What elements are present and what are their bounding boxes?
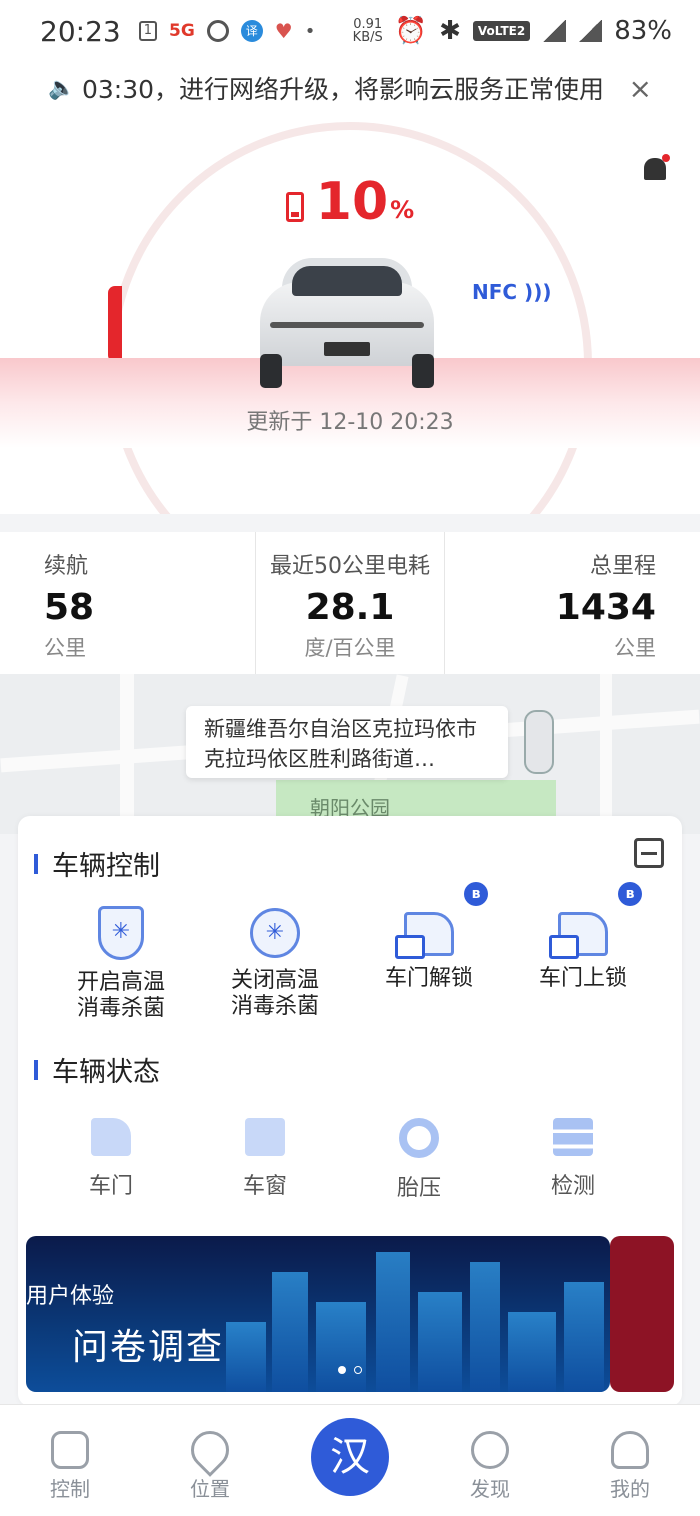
next-banner[interactable] <box>610 1236 674 1392</box>
tab-discover[interactable]: 发现 <box>420 1405 560 1516</box>
door-unlock-icon <box>395 912 454 959</box>
health-icon: ♥ <box>274 19 293 43</box>
scan-icon[interactable] <box>634 838 664 868</box>
control-sterilize-on[interactable]: 开启高温消毒杀菌 <box>44 906 198 1022</box>
status-door[interactable]: 车门 <box>34 1118 188 1202</box>
battery-icon <box>285 192 304 222</box>
status-window[interactable]: 车窗 <box>188 1118 342 1202</box>
battery-gauge-fill <box>108 286 122 362</box>
nfc-wave-icon: ))) <box>524 280 552 304</box>
location-map[interactable]: 朝阳公园 新疆维吾尔自治区克拉玛依市克拉玛依区胜利路街道… <box>0 674 700 834</box>
car-location-icon <box>524 710 554 774</box>
tab-control[interactable]: 控制 <box>0 1405 140 1516</box>
translate-icon: 译 <box>240 20 263 42</box>
door-icon <box>91 1118 131 1156</box>
bluetooth-badge-icon: ʙ <box>464 882 488 906</box>
network-5g-icon: 5G <box>168 21 195 41</box>
calendar-icon: 1 <box>138 21 157 41</box>
check-icon <box>553 1118 593 1156</box>
banner-line2: 问卷调查 <box>72 1327 225 1368</box>
banner-line1: 用户体验 <box>26 1284 115 1309</box>
status-check[interactable]: 检测 <box>496 1118 650 1202</box>
vehicle-control-title: 车辆控制 <box>34 844 160 883</box>
stat-consumption: 最近50公里电耗 28.1 度/百公里 <box>256 532 445 674</box>
clock: 20:23 <box>40 14 121 48</box>
address-bubble[interactable]: 新疆维吾尔自治区克拉玛依市克拉玛依区胜利路街道… <box>186 706 508 778</box>
car-image <box>252 258 442 390</box>
tab-location[interactable]: 位置 <box>140 1405 280 1516</box>
notice-bar[interactable]: 🔈 03:30，进行网络升级，将影响云服务正常使用 × <box>0 62 700 114</box>
stat-odometer: 总里程 1434 公里 <box>555 554 656 660</box>
status-grid: 车门 车窗 胎压 检测 <box>34 1118 698 1202</box>
control-door-unlock[interactable]: ʙ 车门解锁 <box>352 882 506 1022</box>
door-lock-icon <box>549 912 608 959</box>
control-door-lock[interactable]: ʙ 车门上锁 <box>506 882 660 1022</box>
status-tire[interactable]: 胎压 <box>342 1118 496 1202</box>
battery-value: 10 <box>315 172 389 232</box>
stat-range: 续航 58 公里 <box>0 532 257 674</box>
location-pin-icon <box>183 1423 237 1477</box>
status-bar: 20:23 1 5G 译 ♥ • 0.91 KB/S ⏰ ✱ VoLTE2 83… <box>0 0 700 62</box>
tab-mine[interactable]: 我的 <box>560 1405 700 1516</box>
dot-icon: • <box>304 20 316 42</box>
sterilize-on-icon <box>98 906 144 960</box>
notice-text: 03:30，进行网络升级，将影响云服务正常使用 <box>82 75 605 104</box>
battery-percent: 83% <box>614 16 672 46</box>
battery-unit: % <box>390 196 415 224</box>
banner-pager <box>338 1366 362 1374</box>
bluetooth-icon: ✱ <box>439 16 461 46</box>
sterilize-off-icon <box>250 908 300 958</box>
battery-level: 10 % <box>0 174 700 230</box>
survey-banner[interactable]: 用户体验 问卷调查 <box>26 1236 610 1392</box>
stats-panel: 续航 58 公里 最近50公里电耗 28.1 度/百公里 总里程 1434 公里 <box>0 532 700 674</box>
vehicle-status-title: 车辆状态 <box>34 1050 160 1089</box>
control-card: 车辆控制 开启高温消毒杀菌 关闭高温消毒杀菌 ʙ 车门解锁 ʙ 车门上锁 车辆状… <box>18 816 682 1406</box>
alarm-icon: ⏰ <box>394 16 428 46</box>
window-icon <box>245 1118 285 1156</box>
signal-icon <box>542 20 567 42</box>
volte-icon: VoLTE2 <box>472 21 531 41</box>
close-icon[interactable]: × <box>629 72 652 105</box>
tire-icon <box>399 1118 439 1158</box>
control-icon <box>51 1431 89 1469</box>
net-speed: 0.91 KB/S <box>352 17 383 45</box>
nfc-key-button[interactable]: NFC ))) <box>472 280 551 304</box>
vehicle-hero: 10 % NFC ))) 更新于 12-10 20:23 <box>0 114 700 514</box>
signal-icon-2 <box>578 20 603 42</box>
speaker-icon: 🔈 <box>48 75 76 101</box>
control-sterilize-off[interactable]: 关闭高温消毒杀菌 <box>198 906 352 1022</box>
discover-icon <box>471 1431 509 1469</box>
control-grid: 开启高温消毒杀菌 关闭高温消毒杀菌 ʙ 车门解锁 ʙ 车门上锁 <box>44 882 700 1022</box>
bluetooth-badge-icon: ʙ <box>618 882 642 906</box>
update-time: 更新于 12-10 20:23 <box>246 410 454 435</box>
profile-icon <box>611 1431 649 1469</box>
han-home-button[interactable]: 汉 <box>311 1418 389 1496</box>
app-q-icon <box>206 20 229 42</box>
